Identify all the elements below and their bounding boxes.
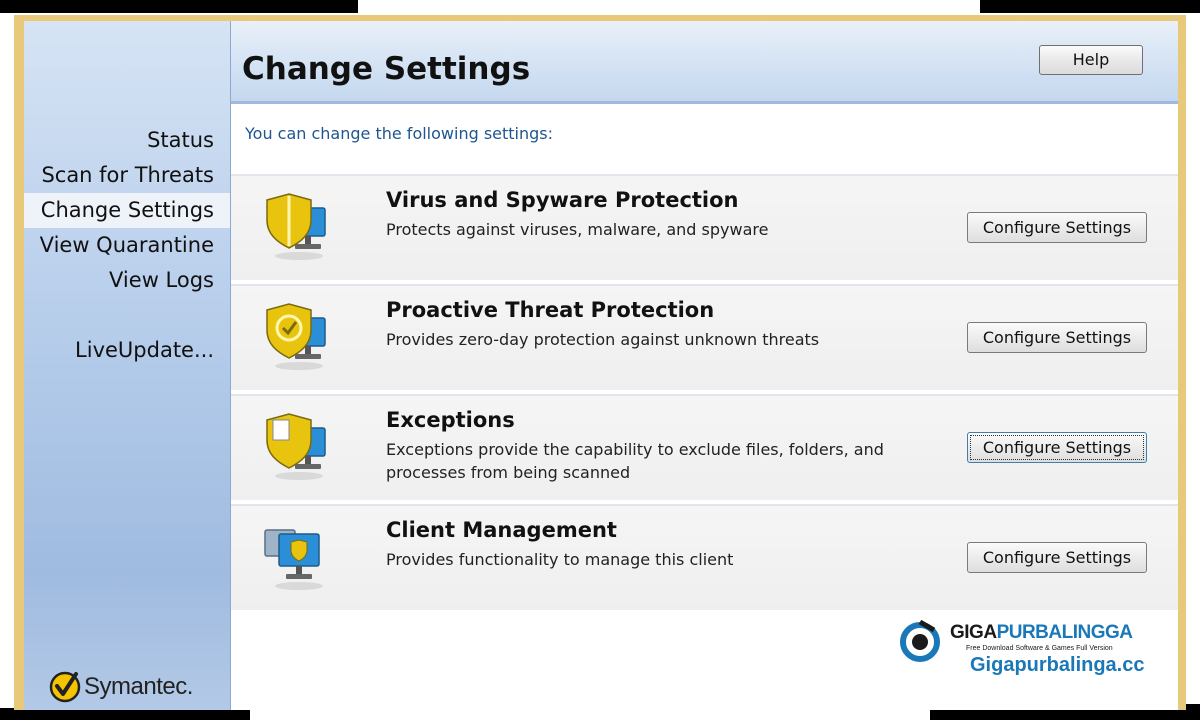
client-monitor-icon xyxy=(264,529,323,590)
sidebar-item-scan-for-threats[interactable]: Scan for Threats xyxy=(24,158,230,193)
exceptions-shield-icon xyxy=(266,413,326,480)
panel-title: Client Management xyxy=(386,518,617,542)
sidebar-item-view-logs[interactable]: View Logs xyxy=(24,263,230,298)
watermark-brand-part2: PURBALINGGA xyxy=(996,622,1133,643)
main-content: You can change the following settings: V… xyxy=(231,104,1178,710)
configure-settings-button-proactive-threat[interactable]: Configure Settings xyxy=(967,322,1147,353)
panel-proactive-threat: Proactive Threat Protection Provides zer… xyxy=(231,284,1178,390)
symantec-check-icon xyxy=(49,671,81,703)
sidebar-item-change-settings[interactable]: Change Settings xyxy=(24,193,230,228)
help-button[interactable]: Help xyxy=(1039,45,1143,75)
window-client-area: Status Scan for Threats Change Settings … xyxy=(24,21,1178,710)
sidebar-item-status[interactable]: Status xyxy=(24,123,230,158)
app-window: Status Scan for Threats Change Settings … xyxy=(14,15,1186,710)
panel-description: Protects against viruses, malware, and s… xyxy=(386,220,769,239)
panel-title: Virus and Spyware Protection xyxy=(386,188,739,212)
intro-text: You can change the following settings: xyxy=(245,124,554,143)
panel-description: Provides functionality to manage this cl… xyxy=(386,550,734,569)
sidebar-nav: Status Scan for Threats Change Settings … xyxy=(24,123,230,368)
configure-settings-button-virus-spyware[interactable]: Configure Settings xyxy=(967,212,1147,243)
shield-monitor-icon xyxy=(266,193,326,260)
screenshot-edge-top-left xyxy=(0,0,358,13)
configure-settings-button-client-management[interactable]: Configure Settings xyxy=(967,542,1147,573)
settings-panels: Virus and Spyware Protection Protects ag… xyxy=(231,174,1178,614)
panel-title: Exceptions xyxy=(386,408,515,432)
gigapurbalingga-logo-icon xyxy=(900,620,940,662)
sidebar: Status Scan for Threats Change Settings … xyxy=(24,21,231,710)
watermark-brand-part1: GIGA xyxy=(950,622,997,643)
watermark-url: Gigapurbalinga.cc xyxy=(970,654,1145,676)
panel-description: Provides zero-day protection against unk… xyxy=(386,330,820,349)
page-title: Change Settings xyxy=(242,51,531,87)
configure-settings-button-exceptions[interactable]: Configure Settings xyxy=(967,432,1147,463)
panel-client-management: Client Management Provides functionality… xyxy=(231,504,1178,610)
sidebar-item-view-quarantine[interactable]: View Quarantine xyxy=(24,228,230,263)
screenshot-edge-top-right xyxy=(980,0,1200,13)
symantec-logo: Symantec. xyxy=(48,670,193,704)
sidebar-item-liveupdate[interactable]: LiveUpdate... xyxy=(24,333,230,368)
proactive-shield-icon xyxy=(266,303,326,370)
panel-description: Exceptions provide the capability to exc… xyxy=(386,440,884,482)
panel-virus-spyware: Virus and Spyware Protection Protects ag… xyxy=(231,174,1178,280)
panel-exceptions: Exceptions Exceptions provide the capabi… xyxy=(231,394,1178,500)
header: Change Settings Help xyxy=(231,21,1178,104)
symantec-brand-text: Symantec. xyxy=(84,673,193,700)
watermark-tagline: Free Download Software & Games Full Vers… xyxy=(966,645,1113,652)
watermark-brand: GIGAPURBALINGGA xyxy=(950,622,1133,644)
panel-title: Proactive Threat Protection xyxy=(386,298,715,322)
